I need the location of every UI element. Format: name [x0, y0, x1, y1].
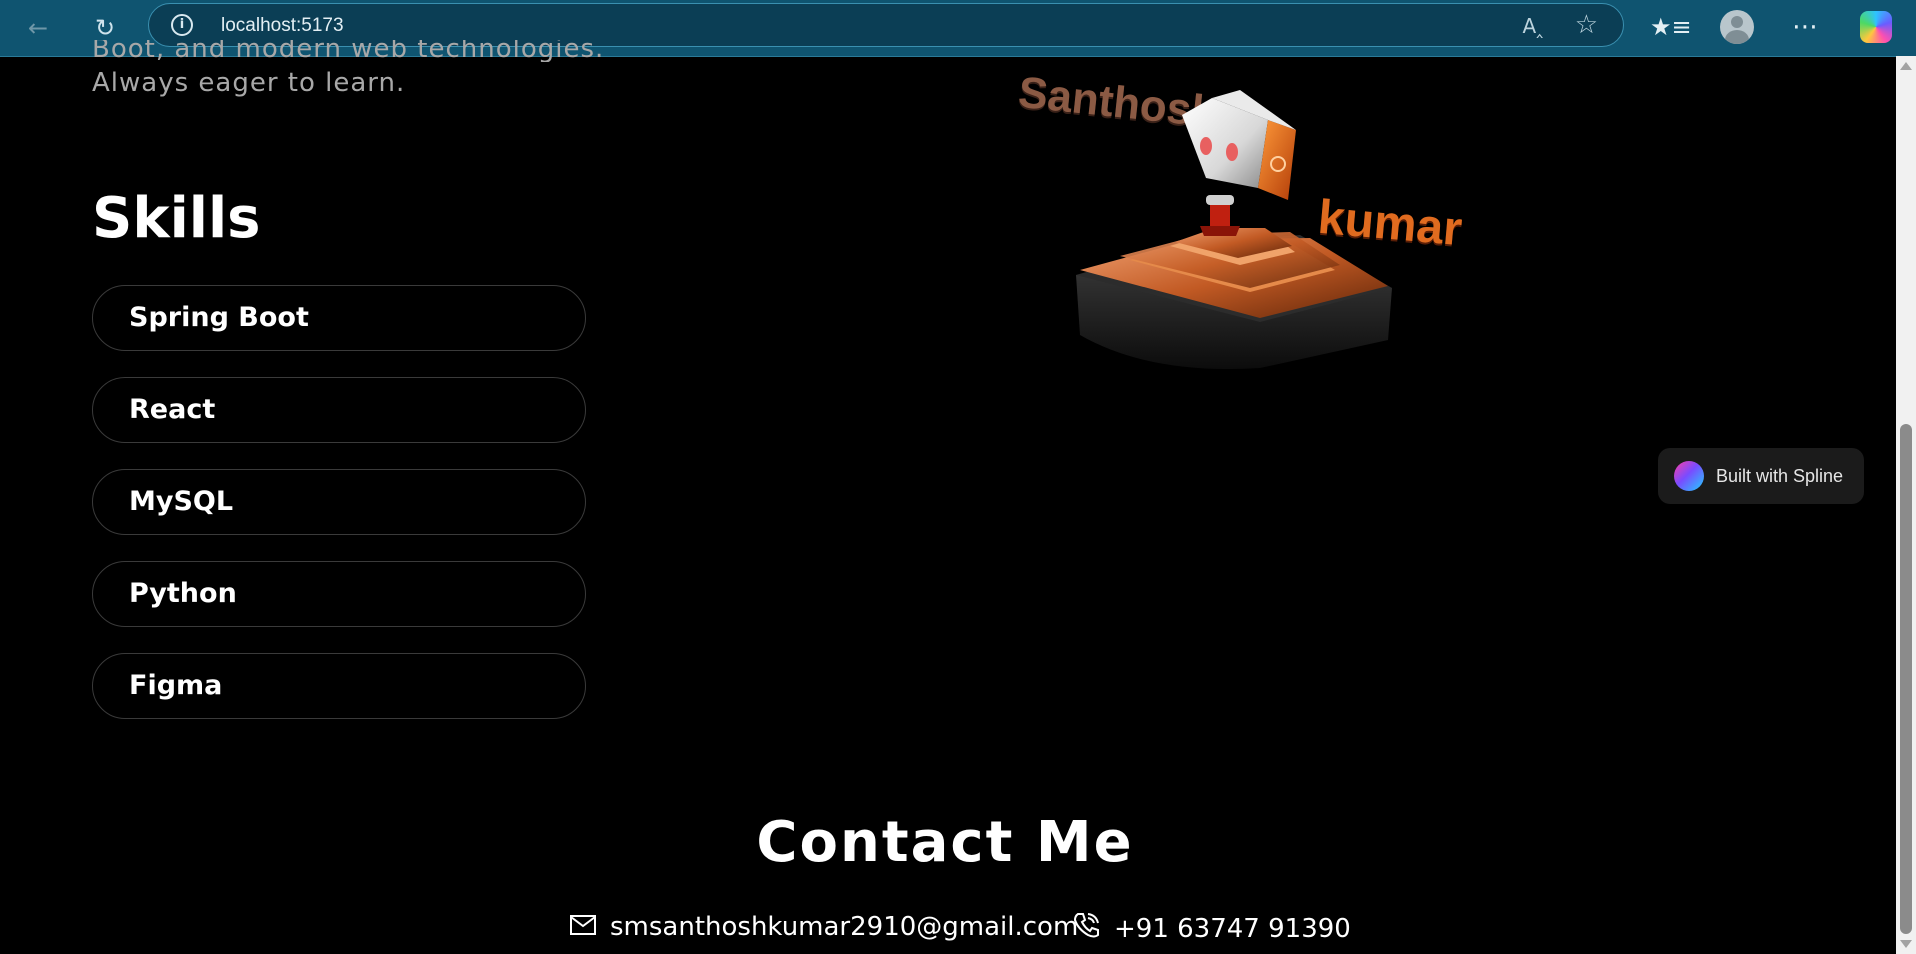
contact-email[interactable]: smsanthoshkumar2910@gmail.com: [570, 912, 1078, 942]
address-url[interactable]: localhost:5173: [221, 15, 344, 37]
scroll-up-arrow-icon[interactable]: [1900, 62, 1912, 70]
contact-heading: Contact Me: [756, 810, 1134, 875]
about-text: Boot, and modern web technologies. Alway…: [92, 40, 692, 104]
skill-pill: Spring Boot: [92, 285, 586, 351]
info-icon[interactable]: i: [171, 14, 193, 36]
back-arrow-icon[interactable]: ←: [20, 10, 56, 46]
scrollbar[interactable]: [1896, 56, 1916, 954]
contact-phone-text[interactable]: +91 63747 91390: [1114, 914, 1351, 944]
phone-icon: [1072, 912, 1100, 945]
skill-pill: MySQL: [92, 469, 586, 535]
avatar: [1720, 10, 1754, 44]
copilot-button[interactable]: [1860, 8, 1892, 46]
scroll-thumb[interactable]: [1900, 424, 1912, 934]
more-icon[interactable]: ⋯: [1792, 8, 1818, 46]
built-with-spline-badge[interactable]: Built with Spline: [1658, 448, 1864, 504]
mail-icon: [570, 912, 596, 942]
skills-heading: Skills: [92, 186, 261, 251]
contact-phone[interactable]: +91 63747 91390: [1072, 912, 1351, 945]
spline-logo-icon: [1674, 461, 1704, 491]
scroll-down-arrow-icon[interactable]: [1900, 940, 1912, 948]
skill-pill: Figma: [92, 653, 586, 719]
robot-joystick-illustration: [1076, 90, 1392, 370]
favorites-icon[interactable]: ★≡: [1650, 8, 1692, 46]
about-text-partial-line: Boot, and modern web technologies.: [92, 40, 605, 62]
skill-pill: Python: [92, 561, 586, 627]
spline-3d-scene[interactable]: Santhosh kumar: [1010, 60, 1480, 410]
spline-badge-label: Built with Spline: [1716, 465, 1844, 486]
about-text-line: Always eager to learn.: [92, 68, 406, 98]
read-aloud-icon[interactable]: A‸: [1523, 14, 1543, 38]
skill-pill: React: [92, 377, 586, 443]
contact-email-text[interactable]: smsanthoshkumar2910@gmail.com: [610, 912, 1078, 942]
copilot-icon: [1860, 11, 1892, 43]
star-icon[interactable]: ☆: [1575, 10, 1598, 40]
profile-button[interactable]: [1720, 8, 1754, 46]
